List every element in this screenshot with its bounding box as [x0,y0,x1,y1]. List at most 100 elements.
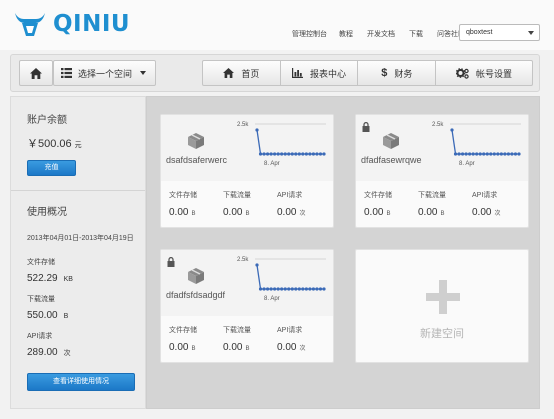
nav-tutorial[interactable]: 教程 [339,29,353,39]
chart-series-line [256,264,324,290]
bucket-stat-labels: 文件存储 下载流量 API请求 [169,325,331,335]
bucket-stat-values: 0.00 B 0.00 B 0.00 次 [169,342,331,353]
balance-unit: 元 [74,142,82,149]
api-label: API请求 [27,333,53,340]
lock-icon [167,257,175,267]
bucket-traffic-value: 0.00 [223,342,243,353]
usage-date-range: 2013年04月01日-2013年04月19日 [27,235,134,242]
bucket-traffic-stat: 0.00 B [418,207,472,218]
chart-x-tick-label: 8. Apr [459,161,475,167]
qiniu-logo[interactable]: QINIU [13,9,130,39]
chart-point [478,152,482,156]
toolbar: 选择一个空间 首页 报表中心 $ 财务 帐号设置 [10,54,540,92]
storage-unit: KB [63,276,73,283]
bucket-stat-values: 0.00 B 0.00 B 0.00 次 [364,207,526,218]
chart-point [265,152,270,156]
lock-icon [362,122,370,132]
bucket-stat-labels: 文件存储 下载流量 API请求 [364,190,526,200]
balance-amount: ￥500.06 元 [27,135,145,151]
chart-point [265,287,270,291]
chart-point [510,152,514,156]
home-icon [30,67,42,79]
box-icon [383,133,399,149]
bar-chart-icon [292,68,304,78]
chart-point [311,287,316,291]
tab-finance[interactable]: $ 财务 [358,60,437,86]
chart-point [517,152,521,156]
chart-point [304,152,308,156]
chart-point [301,287,305,291]
bucket-storage-unit: B [191,211,196,217]
bucket-stat-labels: 文件存储 下载流量 API请求 [169,190,331,200]
bucket-api-stat: 0.00 次 [277,207,331,218]
bucket-api-value: 0.00 [472,207,492,218]
chart-point [258,287,263,291]
chart-point [297,287,301,291]
chart-point [318,287,323,291]
chart-point [262,287,266,291]
user-select[interactable]: qboxtest [459,24,540,41]
chart-point [283,152,287,156]
new-bucket-label: 新建空间 [420,328,464,340]
chart-point [304,287,308,291]
chart-y-tick-label: 2.5k [432,122,444,128]
chart-point [492,152,496,156]
storage-label: 文件存储 [27,259,55,266]
tab-account-settings[interactable]: 帐号设置 [436,60,533,86]
top-header: QINIU 管理控制台 教程 开发文档 下载 问答社区 qboxtest [0,0,554,50]
chart-point [294,152,298,156]
chart-point [322,287,326,291]
chart-point [499,152,503,156]
bucket-storage-stat: 0.00 B [169,342,223,353]
box-icon [188,133,204,149]
chart-point [273,152,277,156]
bucket-usage-chart: 2.5k 8. Apr [237,257,326,302]
bucket-api-value: 0.00 [277,207,297,218]
chart-point [485,152,489,156]
new-bucket-card[interactable]: 新建空间 [355,249,529,363]
chart-point [475,152,479,156]
nav-docs[interactable]: 开发文档 [367,29,395,39]
view-detail-button[interactable]: 查看详细使用情况 [27,373,135,391]
chart-point [311,152,316,156]
bucket-card[interactable]: dsafdsaferwerc 2.5k 8. Apr 文件存储 下载流量 API请… [160,114,334,228]
bucket-usage-chart: 2.5k 8. Apr [237,122,326,167]
chart-point [287,287,291,291]
top-nav: 管理控制台 教程 开发文档 下载 问答社区 [292,29,479,39]
bucket-api-unit: 次 [299,346,306,352]
bucket-traffic-label: 下载流量 [223,327,251,334]
home-button[interactable] [19,60,53,86]
chart-point [315,287,319,291]
chevron-down-icon [140,71,147,75]
chart-point [457,152,461,156]
chart-point [283,287,287,291]
tab-reports[interactable]: 报表中心 [280,60,359,86]
bucket-card[interactable]: dfadfasewrqwe 2.5k 8. Apr 文件存储 下载流量 API请求… [355,114,529,228]
tab-home-label: 首页 [241,68,260,79]
plus-icon-bar [426,293,460,301]
bucket-storage-unit: B [386,211,391,217]
user-select-value: qboxtest [466,29,493,36]
chart-point [464,152,468,156]
bucket-traffic-stat: 0.00 B [223,342,277,353]
chart-point [294,287,298,291]
gears-icon [456,67,469,79]
charge-button[interactable]: 充值 [27,160,76,176]
chart-point [290,287,294,291]
bucket-card[interactable]: dfadfsfdsadgdf 2.5k 8. Apr 文件存储 下载流量 API请… [160,249,334,363]
tab-account-settings-label: 帐号设置 [476,68,513,79]
chart-point [262,152,266,156]
bull-logo-icon [15,13,45,36]
tab-home[interactable]: 首页 [202,60,281,86]
space-select-button[interactable]: 选择一个空间 [53,60,156,86]
chart-point [273,287,277,291]
chart-y-tick-label: 2.5k [237,257,249,263]
api-unit: 次 [63,350,71,357]
nav-download[interactable]: 下载 [409,29,423,39]
bucket-storage-value: 0.00 [364,207,384,218]
bucket-storage-label: 文件存储 [169,192,197,199]
chart-point [276,152,280,156]
nav-console[interactable]: 管理控制台 [292,29,327,39]
bucket-api-stat: 0.00 次 [277,342,331,353]
bucket-usage-chart: 2.5k 8. Apr [432,122,521,167]
